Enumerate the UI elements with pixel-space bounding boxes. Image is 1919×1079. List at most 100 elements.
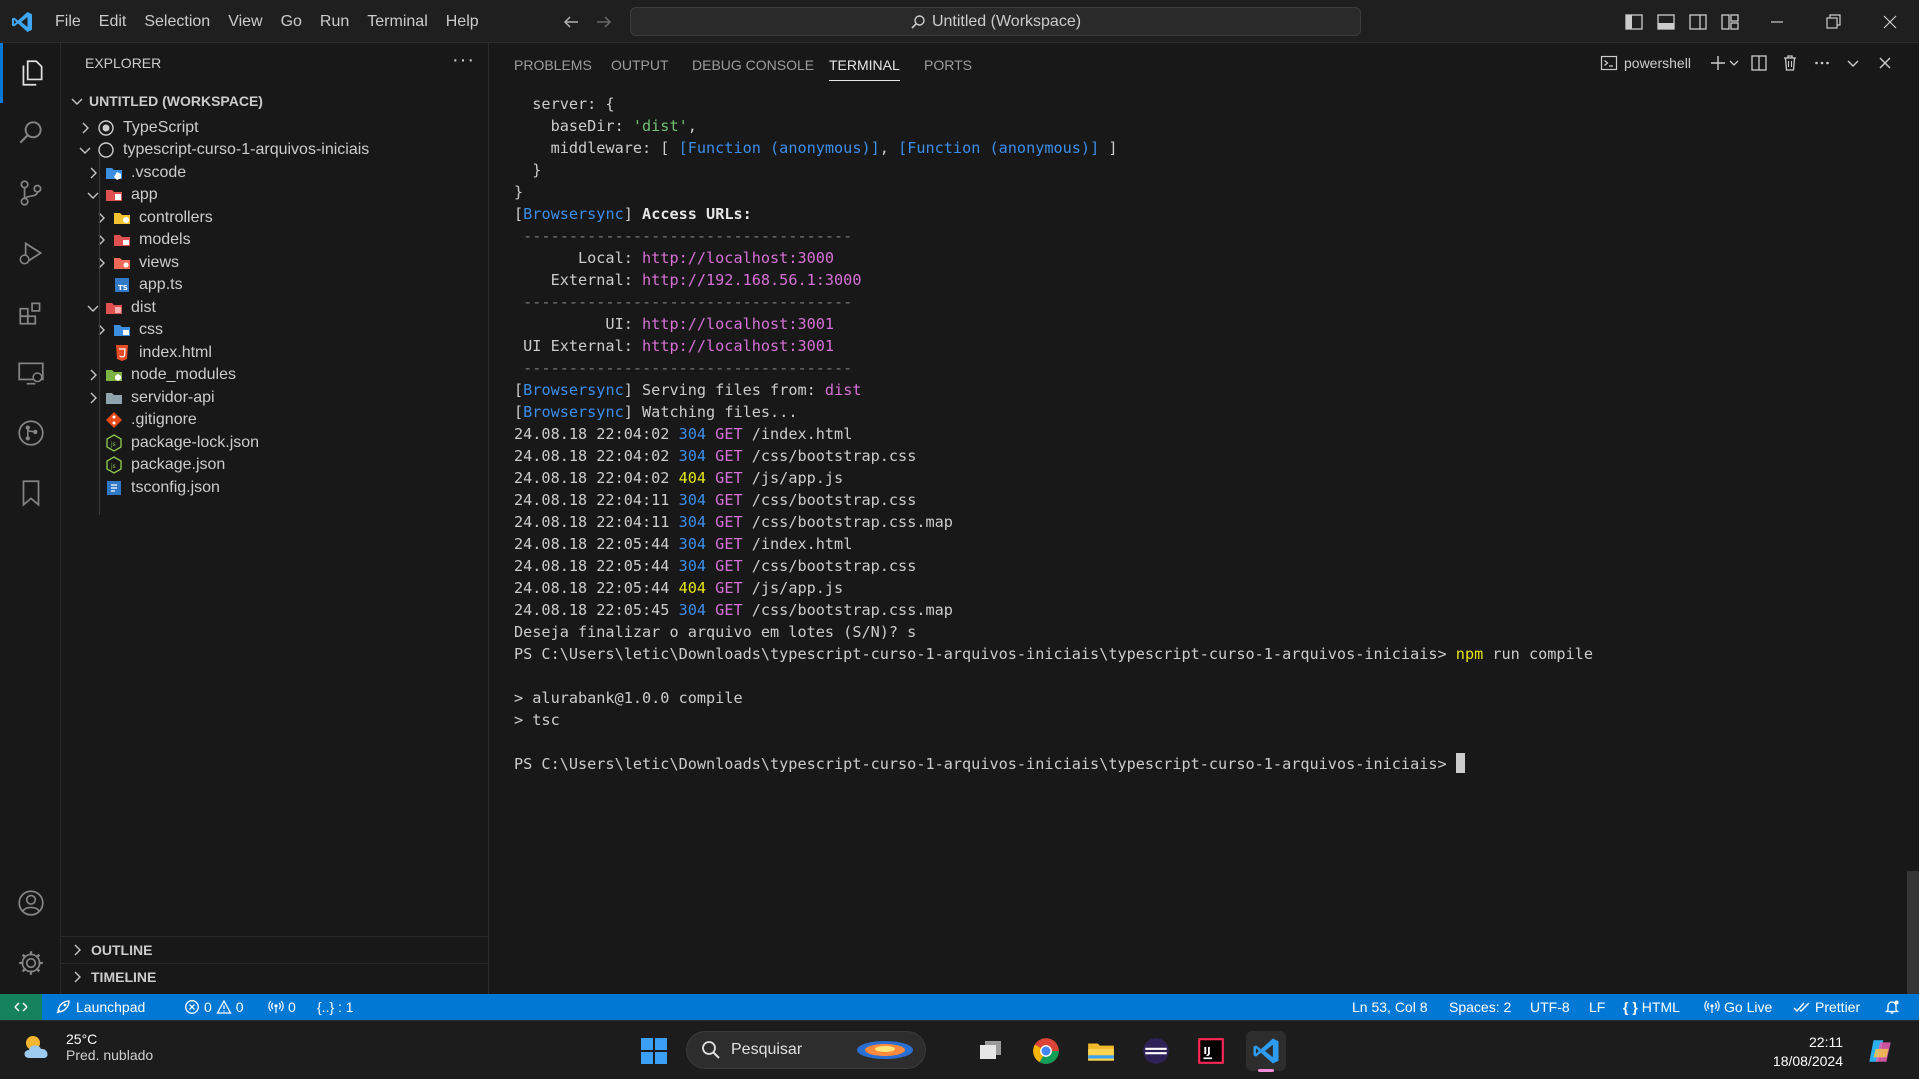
terminal-line: [Browsersync] Serving files from: dist — [514, 379, 1593, 401]
timeline-section-header[interactable]: TIMELINE — [61, 963, 488, 989]
windows-start-icon[interactable] — [634, 1031, 674, 1071]
clock-time: 22:11 — [1809, 1034, 1843, 1050]
language-mode[interactable]: { } HTML — [1623, 994, 1680, 1020]
terminal-text: /index.html — [742, 425, 853, 443]
split-terminal-icon[interactable] — [1750, 54, 1768, 72]
customize-layout-icon[interactable] — [1720, 12, 1740, 32]
terminal-text: External: — [514, 271, 643, 289]
toggle-primary-sidebar-icon[interactable] — [1624, 12, 1644, 32]
terminal-text: ------------------------------------ — [514, 227, 853, 245]
trash-icon[interactable] — [1781, 54, 1799, 72]
terminal-text: [Function (anonymous)] — [898, 139, 1100, 157]
outline-section-header[interactable]: OUTLINE — [61, 936, 488, 962]
tab-ports[interactable]: PORTS — [924, 57, 972, 73]
minimize-icon[interactable] — [1765, 10, 1789, 34]
toggle-secondary-sidebar-icon[interactable] — [1688, 12, 1708, 32]
search-icon[interactable] — [0, 103, 61, 163]
notifications-bell-icon[interactable] — [1884, 994, 1900, 1020]
settings-gear-icon[interactable] — [0, 933, 61, 993]
source-control-icon[interactable] — [0, 163, 61, 223]
terminal-text: server: { — [514, 95, 615, 113]
problems-indicator[interactable]: 0 0 — [184, 994, 244, 1020]
error-icon — [185, 1000, 199, 1014]
prettier-indicator[interactable]: Prettier — [1793, 994, 1860, 1020]
tree-item[interactable]: tsconfig.json — [61, 474, 488, 501]
indentation[interactable]: Spaces: 2 — [1449, 994, 1511, 1020]
forward-arrow-icon[interactable] — [594, 12, 616, 32]
command-center-label: Untitled (Workspace) — [931, 12, 1082, 30]
json-path-indicator[interactable]: {..} : 1 — [317, 994, 354, 1020]
new-terminal-plus-icon[interactable] — [1709, 54, 1727, 72]
menu-selection[interactable]: Selection — [135, 13, 219, 31]
account-icon[interactable] — [0, 873, 61, 933]
tab-debug-console[interactable]: DEBUG CONSOLE — [692, 57, 814, 73]
restore-icon[interactable] — [1821, 10, 1845, 34]
search-placeholder: Pesquisar — [731, 1041, 803, 1058]
chevron-right-icon — [98, 257, 105, 268]
terminal-text: ] Watching files... — [623, 403, 798, 421]
menu-terminal[interactable]: Terminal — [358, 13, 436, 31]
vscode-taskbar-icon[interactable] — [1246, 1031, 1286, 1072]
language-label: HTML — [1641, 999, 1680, 1015]
tab-terminal[interactable]: TERMINAL — [829, 57, 900, 81]
bookmarks-icon[interactable] — [0, 463, 61, 523]
terminal-text: GET — [706, 535, 743, 553]
terminal-text: GET — [706, 447, 743, 465]
back-arrow-icon[interactable] — [561, 12, 583, 32]
file-explorer-icon[interactable] — [1081, 1031, 1121, 1071]
terminal-instance-selector[interactable]: powershell — [1600, 54, 1691, 72]
encoding[interactable]: UTF-8 — [1530, 994, 1570, 1020]
tab-output[interactable]: OUTPUT — [611, 57, 669, 73]
close-window-icon[interactable] — [1878, 10, 1902, 34]
maximize-panel-chevron-icon[interactable] — [1844, 54, 1862, 72]
terminal-text: /css/bootstrap.css — [742, 491, 917, 509]
menu-edit[interactable]: Edit — [90, 13, 136, 31]
task-view-icon[interactable] — [971, 1031, 1011, 1071]
launchpad-item[interactable]: Launchpad — [54, 994, 145, 1020]
cursor-position[interactable]: Ln 53, Col 8 — [1352, 994, 1428, 1020]
terminal-output[interactable]: server: { baseDir: 'dist', middleware: [… — [514, 93, 1593, 775]
chevron-spacer — [93, 345, 109, 361]
close-panel-icon[interactable] — [1876, 54, 1894, 72]
outline-label: OUTLINE — [91, 941, 153, 958]
menu-go[interactable]: Go — [272, 13, 311, 31]
copilot-icon[interactable] — [1860, 1031, 1900, 1071]
chevron-right-icon — [74, 971, 81, 982]
menu-view[interactable]: View — [219, 13, 271, 31]
toggle-panel-icon[interactable] — [1656, 12, 1676, 32]
intellij-icon[interactable]: IJ — [1191, 1031, 1231, 1071]
weather-widget[interactable]: 25°C Pred. nublado — [20, 1031, 153, 1063]
end-of-line[interactable]: LF — [1589, 994, 1605, 1020]
run-debug-icon[interactable] — [0, 223, 61, 283]
go-live-button[interactable]: Go Live — [1704, 994, 1772, 1020]
node-json-icon: js — [106, 433, 122, 452]
terminal-text: /js/app.js — [742, 469, 844, 487]
workspace-header[interactable]: UNTITLED (WORKSPACE) — [61, 87, 488, 114]
extensions-icon[interactable] — [0, 283, 61, 343]
terminal-text: > alurabank@1.0.0 compile — [514, 689, 743, 707]
tree-item-label: views — [139, 253, 180, 271]
system-clock[interactable]: 22:11 18/08/2024 — [1773, 1033, 1843, 1071]
menu-run[interactable]: Run — [311, 13, 358, 31]
eclipse-icon[interactable] — [1136, 1031, 1176, 1071]
terminal-text: , — [879, 139, 899, 157]
search-highlight-icon — [857, 1041, 913, 1059]
more-actions-icon[interactable] — [1813, 54, 1831, 72]
terminal-text: 24.08.18 22:04:11 — [514, 513, 679, 531]
git-graph-icon[interactable] — [0, 403, 61, 463]
chrome-icon[interactable] — [1026, 1031, 1066, 1071]
menu-help[interactable]: Help — [437, 13, 488, 31]
more-actions-icon[interactable]: ··· — [452, 49, 475, 72]
menu-file[interactable]: File — [46, 13, 90, 31]
taskbar-search[interactable]: Pesquisar — [686, 1031, 926, 1069]
explorer-icon[interactable] — [0, 43, 61, 103]
remote-explorer-icon[interactable] — [0, 343, 61, 403]
command-center[interactable]: Untitled (Workspace) — [630, 7, 1361, 36]
tab-problems[interactable]: PROBLEMS — [514, 57, 592, 73]
chevron-down-icon[interactable] — [1728, 54, 1740, 72]
go-live-label: Go Live — [1724, 999, 1773, 1015]
remote-indicator-icon[interactable] — [0, 994, 42, 1020]
broadcast-icon — [1704, 1000, 1720, 1013]
ports-indicator[interactable]: 0 — [268, 994, 296, 1020]
terminal-text: GET — [706, 491, 743, 509]
